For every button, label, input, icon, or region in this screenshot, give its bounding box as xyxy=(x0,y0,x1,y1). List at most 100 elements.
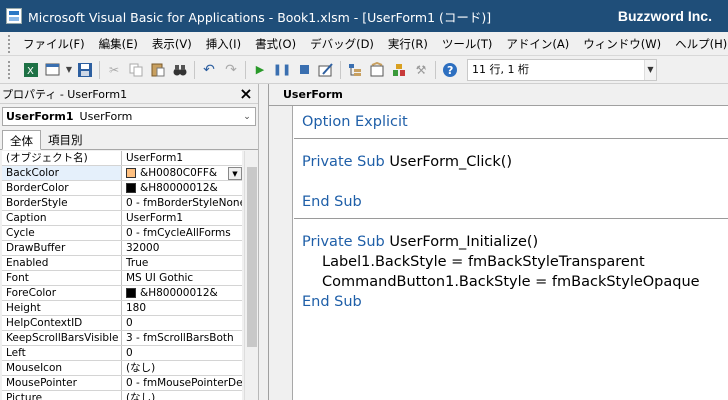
menu-grip[interactable] xyxy=(8,34,10,53)
chevron-down-icon[interactable]: ⌄ xyxy=(239,112,255,122)
property-row[interactable]: BorderStyle 0 - fmBorderStyleNone xyxy=(2,196,242,211)
object-browser-icon xyxy=(393,63,405,76)
object-browser-button[interactable] xyxy=(388,59,410,81)
property-value-text: 3 - fmScrollBarsBoth xyxy=(126,332,234,344)
find-button[interactable] xyxy=(169,59,191,81)
property-row[interactable]: Height 180 xyxy=(2,301,242,316)
code-window: UserForm Option Explicit Private Sub User… xyxy=(268,84,728,400)
vba-app-icon xyxy=(6,8,22,24)
reset-button[interactable] xyxy=(293,59,315,81)
property-value-text: (なし) xyxy=(126,392,156,400)
object-dropdown[interactable]: UserForm xyxy=(269,84,728,106)
cursor-position-display: 11 行, 1 桁 ▼ xyxy=(467,58,657,81)
property-row[interactable]: MousePointer 0 - fmMousePointerDefault xyxy=(2,376,242,391)
toolbox-button[interactable]: ⚒ xyxy=(410,59,432,81)
close-properties-button[interactable]: × xyxy=(238,85,254,102)
property-value[interactable]: (なし) xyxy=(122,391,242,400)
toolbar-grip[interactable] xyxy=(8,60,14,79)
property-row[interactable]: Caption UserForm1 xyxy=(2,211,242,226)
property-row[interactable]: Enabled True xyxy=(2,256,242,271)
property-value[interactable]: 0 xyxy=(122,316,242,330)
property-value[interactable]: 0 xyxy=(122,346,242,360)
code-margin-bar[interactable] xyxy=(269,106,293,400)
property-row[interactable]: (オブジェクト名) UserForm1 xyxy=(2,151,242,166)
property-row[interactable]: Cycle 0 - fmCycleAllForms xyxy=(2,226,242,241)
splitter[interactable] xyxy=(260,84,268,400)
property-row[interactable]: MouseIcon (なし) xyxy=(2,361,242,376)
property-value[interactable]: UserForm1 xyxy=(122,151,242,165)
menu-insert[interactable]: 挿入(I) xyxy=(199,32,248,56)
undo-button[interactable]: ↶ xyxy=(198,59,220,81)
object-dropdown-value: UserForm xyxy=(283,88,343,101)
property-row[interactable]: ForeColor &H80000012& xyxy=(2,286,242,301)
property-value[interactable]: (なし) xyxy=(122,361,242,375)
project-explorer-button[interactable] xyxy=(344,59,366,81)
properties-scrollbar[interactable] xyxy=(244,151,258,400)
property-value[interactable]: UserForm1 xyxy=(122,211,242,225)
toolbar-separator xyxy=(194,60,195,79)
view-excel-button[interactable]: X xyxy=(20,59,42,81)
excel-icon: X xyxy=(24,62,38,77)
property-row[interactable]: KeepScrollBarsVisible 3 - fmScrollBarsBot… xyxy=(2,331,242,346)
property-row[interactable]: Font MS UI Gothic xyxy=(2,271,242,286)
copy-icon xyxy=(129,63,143,76)
scrollbar-thumb[interactable] xyxy=(247,167,257,347)
property-row[interactable]: HelpContextID 0 xyxy=(2,316,242,331)
menu-debug[interactable]: デバッグ(D) xyxy=(303,32,381,56)
property-value-text: (なし) xyxy=(126,362,156,374)
color-swatch xyxy=(126,288,136,298)
property-value[interactable]: 0 - fmCycleAllForms xyxy=(122,226,242,240)
property-value[interactable]: 3 - fmScrollBarsBoth xyxy=(122,331,242,345)
menu-run[interactable]: 実行(R) xyxy=(381,32,435,56)
code-text: CommandButton1.BackStyle = fmBackStyleOp… xyxy=(322,274,700,290)
play-icon: ▶ xyxy=(255,63,265,76)
property-row[interactable]: DrawBuffer 32000 xyxy=(2,241,242,256)
object-selector[interactable]: UserForm1 UserForm ⌄ xyxy=(2,107,256,126)
property-row[interactable]: Picture (なし) xyxy=(2,391,242,400)
menu-addins[interactable]: アドイン(A) xyxy=(499,32,576,56)
property-value-text: True xyxy=(126,257,149,269)
brand-label: Buzzword Inc. xyxy=(617,8,712,24)
run-button[interactable]: ▶ xyxy=(249,59,271,81)
property-value[interactable]: &H80000012& xyxy=(122,181,242,195)
tab-alphabetic[interactable]: 全体 xyxy=(2,130,41,150)
property-row[interactable]: BorderColor &H80000012& xyxy=(2,181,242,196)
property-value[interactable]: 32000 xyxy=(122,241,242,255)
property-value[interactable]: &H80000012& xyxy=(122,286,242,300)
menu-help[interactable]: ヘルプ(H) xyxy=(668,32,728,56)
save-button[interactable] xyxy=(74,59,96,81)
menu-edit[interactable]: 編集(E) xyxy=(92,32,145,56)
insert-userform-button[interactable] xyxy=(42,59,64,81)
cut-button[interactable]: ✂ xyxy=(103,59,125,81)
break-button[interactable]: ❚❚ xyxy=(271,59,293,81)
property-name: Font xyxy=(2,271,122,285)
toolbar-separator xyxy=(435,60,436,79)
redo-icon: ↷ xyxy=(225,61,237,78)
property-value[interactable]: MS UI Gothic xyxy=(122,271,242,285)
paste-button[interactable] xyxy=(147,59,169,81)
properties-window-button[interactable] xyxy=(366,59,388,81)
property-row[interactable]: BackColor &H0080C0FF& ▼ xyxy=(2,166,242,181)
menu-file[interactable]: ファイル(F) xyxy=(16,32,92,56)
property-value[interactable]: &H0080C0FF& ▼ xyxy=(122,166,242,180)
menu-format[interactable]: 書式(O) xyxy=(248,32,303,56)
menu-view[interactable]: 表示(V) xyxy=(145,32,199,56)
property-value[interactable]: 0 - fmBorderStyleNone xyxy=(122,196,242,210)
insert-dropdown-arrow[interactable]: ▼ xyxy=(64,59,74,81)
property-value[interactable]: 180 xyxy=(122,301,242,315)
toolbox-icon: ⚒ xyxy=(415,62,427,77)
tab-categorized[interactable]: 項目別 xyxy=(41,130,90,149)
value-dropdown-button[interactable]: ▼ xyxy=(228,166,242,180)
help-button[interactable]: ? xyxy=(439,59,461,81)
design-mode-button[interactable] xyxy=(315,59,337,81)
copy-button[interactable] xyxy=(125,59,147,81)
property-row[interactable]: Left 0 xyxy=(2,346,242,361)
code-keyword: Private Sub xyxy=(302,154,390,170)
menu-window[interactable]: ウィンドウ(W) xyxy=(576,32,668,56)
redo-button[interactable]: ↷ xyxy=(220,59,242,81)
toolbar-options-dropdown[interactable]: ▼ xyxy=(644,59,656,80)
property-value[interactable]: 0 - fmMousePointerDefault xyxy=(122,376,242,390)
code-editor[interactable]: Option Explicit Private Sub UserForm_Clic… xyxy=(302,112,728,312)
property-value[interactable]: True xyxy=(122,256,242,270)
menu-tools[interactable]: ツール(T) xyxy=(435,32,500,56)
